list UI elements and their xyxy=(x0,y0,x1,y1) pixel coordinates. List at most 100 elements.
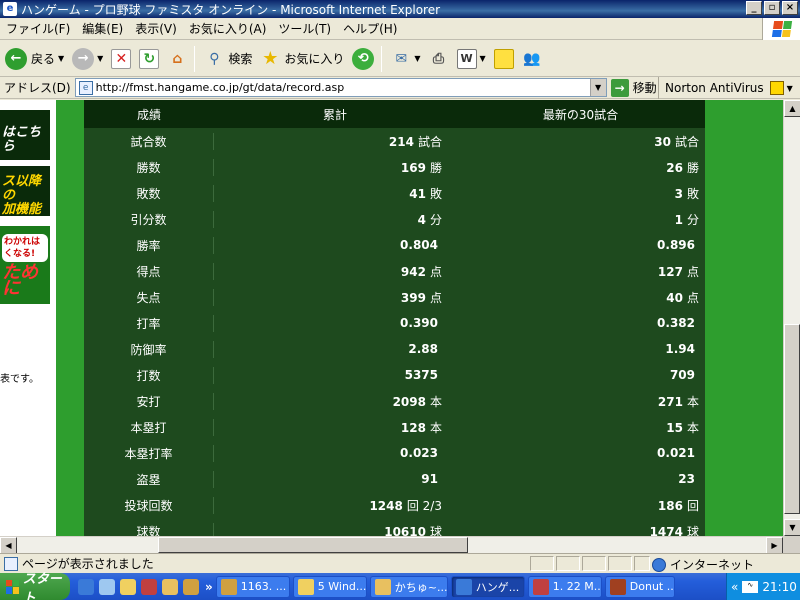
menu-edit[interactable]: 編集(E) xyxy=(76,20,129,37)
vertical-scrollbar[interactable]: ▲ ▼ xyxy=(783,100,800,536)
messenger-button[interactable]: 👥 xyxy=(519,44,545,74)
cat-quicklaunch-icon[interactable] xyxy=(162,578,178,595)
maximize-button[interactable]: ▫ xyxy=(764,1,780,15)
row-total: 214 試合 xyxy=(214,133,456,150)
menu-view[interactable]: 表示(V) xyxy=(129,20,183,37)
taskbar-button[interactable]: 1. 22 M... xyxy=(527,575,602,598)
header-recent: 最新の30試合 xyxy=(542,107,619,122)
norton-label: Norton AntiVirus xyxy=(665,81,764,95)
address-url[interactable]: http://fmst.hangame.co.jp/gt/data/record… xyxy=(96,81,345,94)
print-button[interactable]: ⎙ xyxy=(426,44,452,74)
total-value: 399 xyxy=(400,290,426,305)
home-button[interactable]: ⌂ xyxy=(164,44,190,74)
vertical-scroll-thumb[interactable] xyxy=(784,324,800,514)
table-row: 勝数 169 勝 26 勝 xyxy=(84,154,705,180)
sidebar-note: 表です。 xyxy=(0,374,39,385)
pencil-quicklaunch-icon[interactable] xyxy=(183,578,199,595)
app-quicklaunch-icon[interactable] xyxy=(141,578,157,595)
row-recent: 30 試合 xyxy=(456,133,705,150)
folder-quicklaunch-icon[interactable] xyxy=(120,578,136,595)
go-button[interactable]: → 移動 xyxy=(610,78,657,97)
donut-icon xyxy=(609,578,626,595)
norton-dropdown-icon[interactable]: ▼ xyxy=(787,84,793,93)
start-button[interactable]: スタート xyxy=(0,572,70,600)
row-total: 2.88 xyxy=(214,342,456,356)
home-icon: ⌂ xyxy=(172,50,183,67)
address-bar: アドレス(D) e http://fmst.hangame.co.jp/gt/d… xyxy=(0,77,800,99)
row-recent: 26 勝 xyxy=(456,159,705,176)
scroll-left-icon[interactable]: ◀ xyxy=(0,537,17,554)
taskbar-button[interactable]: 5 Wind... xyxy=(292,575,367,598)
taskbar-button[interactable]: 1163. ... xyxy=(215,575,290,598)
status-cell xyxy=(634,556,650,571)
history-button[interactable]: ⟲ xyxy=(349,44,377,74)
scroll-right-icon[interactable]: ▶ xyxy=(766,537,783,554)
stop-button[interactable]: ✕ xyxy=(108,44,134,74)
total-unit: 球 xyxy=(429,524,442,537)
back-dropdown-icon[interactable]: ▼ xyxy=(58,54,64,63)
mail-dropdown-icon[interactable]: ▼ xyxy=(414,54,420,63)
forward-button[interactable]: → ▼ xyxy=(69,44,106,74)
total-value: 214 xyxy=(388,134,414,149)
refresh-button[interactable]: ↻ xyxy=(136,44,162,74)
address-dropdown-icon[interactable]: ▼ xyxy=(589,79,606,96)
outlook-quicklaunch-icon[interactable] xyxy=(99,578,115,595)
printer-icon: ⎙ xyxy=(432,50,445,67)
taskbar-button[interactable]: Donut ... xyxy=(604,575,675,598)
mail-button[interactable]: ✉ ▼ xyxy=(388,44,423,74)
folder-icon xyxy=(297,578,314,595)
mail-icon: ✉ xyxy=(395,50,408,67)
recent-unit: 回 xyxy=(686,498,699,513)
security-zone[interactable]: インターネット xyxy=(652,556,754,573)
taskbar-button[interactable]: かちゅ~... xyxy=(369,575,448,598)
table-row: 球数 10610 球 1474 球 xyxy=(84,518,705,536)
table-row: 本塁打率 0.023 0.021 xyxy=(84,440,705,466)
recent-value: 23 xyxy=(678,472,695,486)
recent-value: 1 xyxy=(674,212,683,227)
row-label: 安打 xyxy=(84,392,214,410)
sidebar-banner-3[interactable]: わかれは くなる! ために xyxy=(0,226,50,304)
total-value: 2098 xyxy=(392,394,426,409)
scroll-down-icon[interactable]: ▼ xyxy=(784,519,800,536)
norton-toolbar[interactable]: Norton AntiVirus ▼ xyxy=(658,77,793,99)
menu-help[interactable]: ヘルプ(H) xyxy=(337,20,403,37)
row-total: 0.804 xyxy=(214,238,456,252)
row-total: 10610 球 xyxy=(214,523,456,537)
sidebar-banner-2[interactable]: ス以降の 加機能 xyxy=(0,166,50,217)
total-value: 0.390 xyxy=(400,316,438,330)
task-label: 1. 22 M... xyxy=(552,580,602,593)
total-value: 4 xyxy=(417,212,426,227)
notes-button[interactable] xyxy=(491,44,517,74)
ie-quicklaunch-icon[interactable] xyxy=(78,578,94,595)
row-label: 打率 xyxy=(84,314,214,332)
recent-unit: 試合 xyxy=(674,134,699,149)
taskbar-button-active[interactable]: ハンゲ... xyxy=(450,575,525,598)
edit-dropdown-icon[interactable]: ▼ xyxy=(480,54,486,63)
total-value: 41 xyxy=(409,186,426,201)
row-label: 球数 xyxy=(84,522,214,536)
minimize-button[interactable]: _ xyxy=(746,1,762,15)
address-input[interactable]: e http://fmst.hangame.co.jp/gt/data/reco… xyxy=(74,78,607,97)
menu-favorites[interactable]: お気に入り(A) xyxy=(183,20,273,37)
search-button[interactable]: ⚲ 検索 xyxy=(201,44,255,74)
row-recent: 1474 球 xyxy=(456,523,705,537)
quicklaunch-chevron[interactable]: » xyxy=(205,580,213,594)
row-recent: 1.94 xyxy=(456,342,705,356)
back-button[interactable]: ← 戻る ▼ xyxy=(2,44,67,74)
forward-dropdown-icon[interactable]: ▼ xyxy=(97,54,103,63)
close-button[interactable]: × xyxy=(782,1,798,15)
total-value: 1248 xyxy=(369,498,403,513)
tray-app-icon[interactable]: ∿ xyxy=(742,580,759,593)
messenger-icon: 👥 xyxy=(522,50,541,67)
sidebar-banner-1[interactable]: はこちら xyxy=(0,110,50,160)
total-value: 169 xyxy=(400,160,426,175)
horizontal-scroll-thumb[interactable] xyxy=(158,537,468,553)
tray-chevron-icon[interactable]: « xyxy=(731,580,738,594)
favorites-button[interactable]: ★ お気に入り xyxy=(257,44,347,74)
horizontal-scrollbar[interactable]: ◀ ▶ xyxy=(0,536,783,554)
scroll-up-icon[interactable]: ▲ xyxy=(784,100,800,117)
edit-button[interactable]: W ▼ xyxy=(454,44,489,74)
header-total: 累計 xyxy=(322,107,347,122)
menu-file[interactable]: ファイル(F) xyxy=(0,20,76,37)
menu-tools[interactable]: ツール(T) xyxy=(272,20,337,37)
